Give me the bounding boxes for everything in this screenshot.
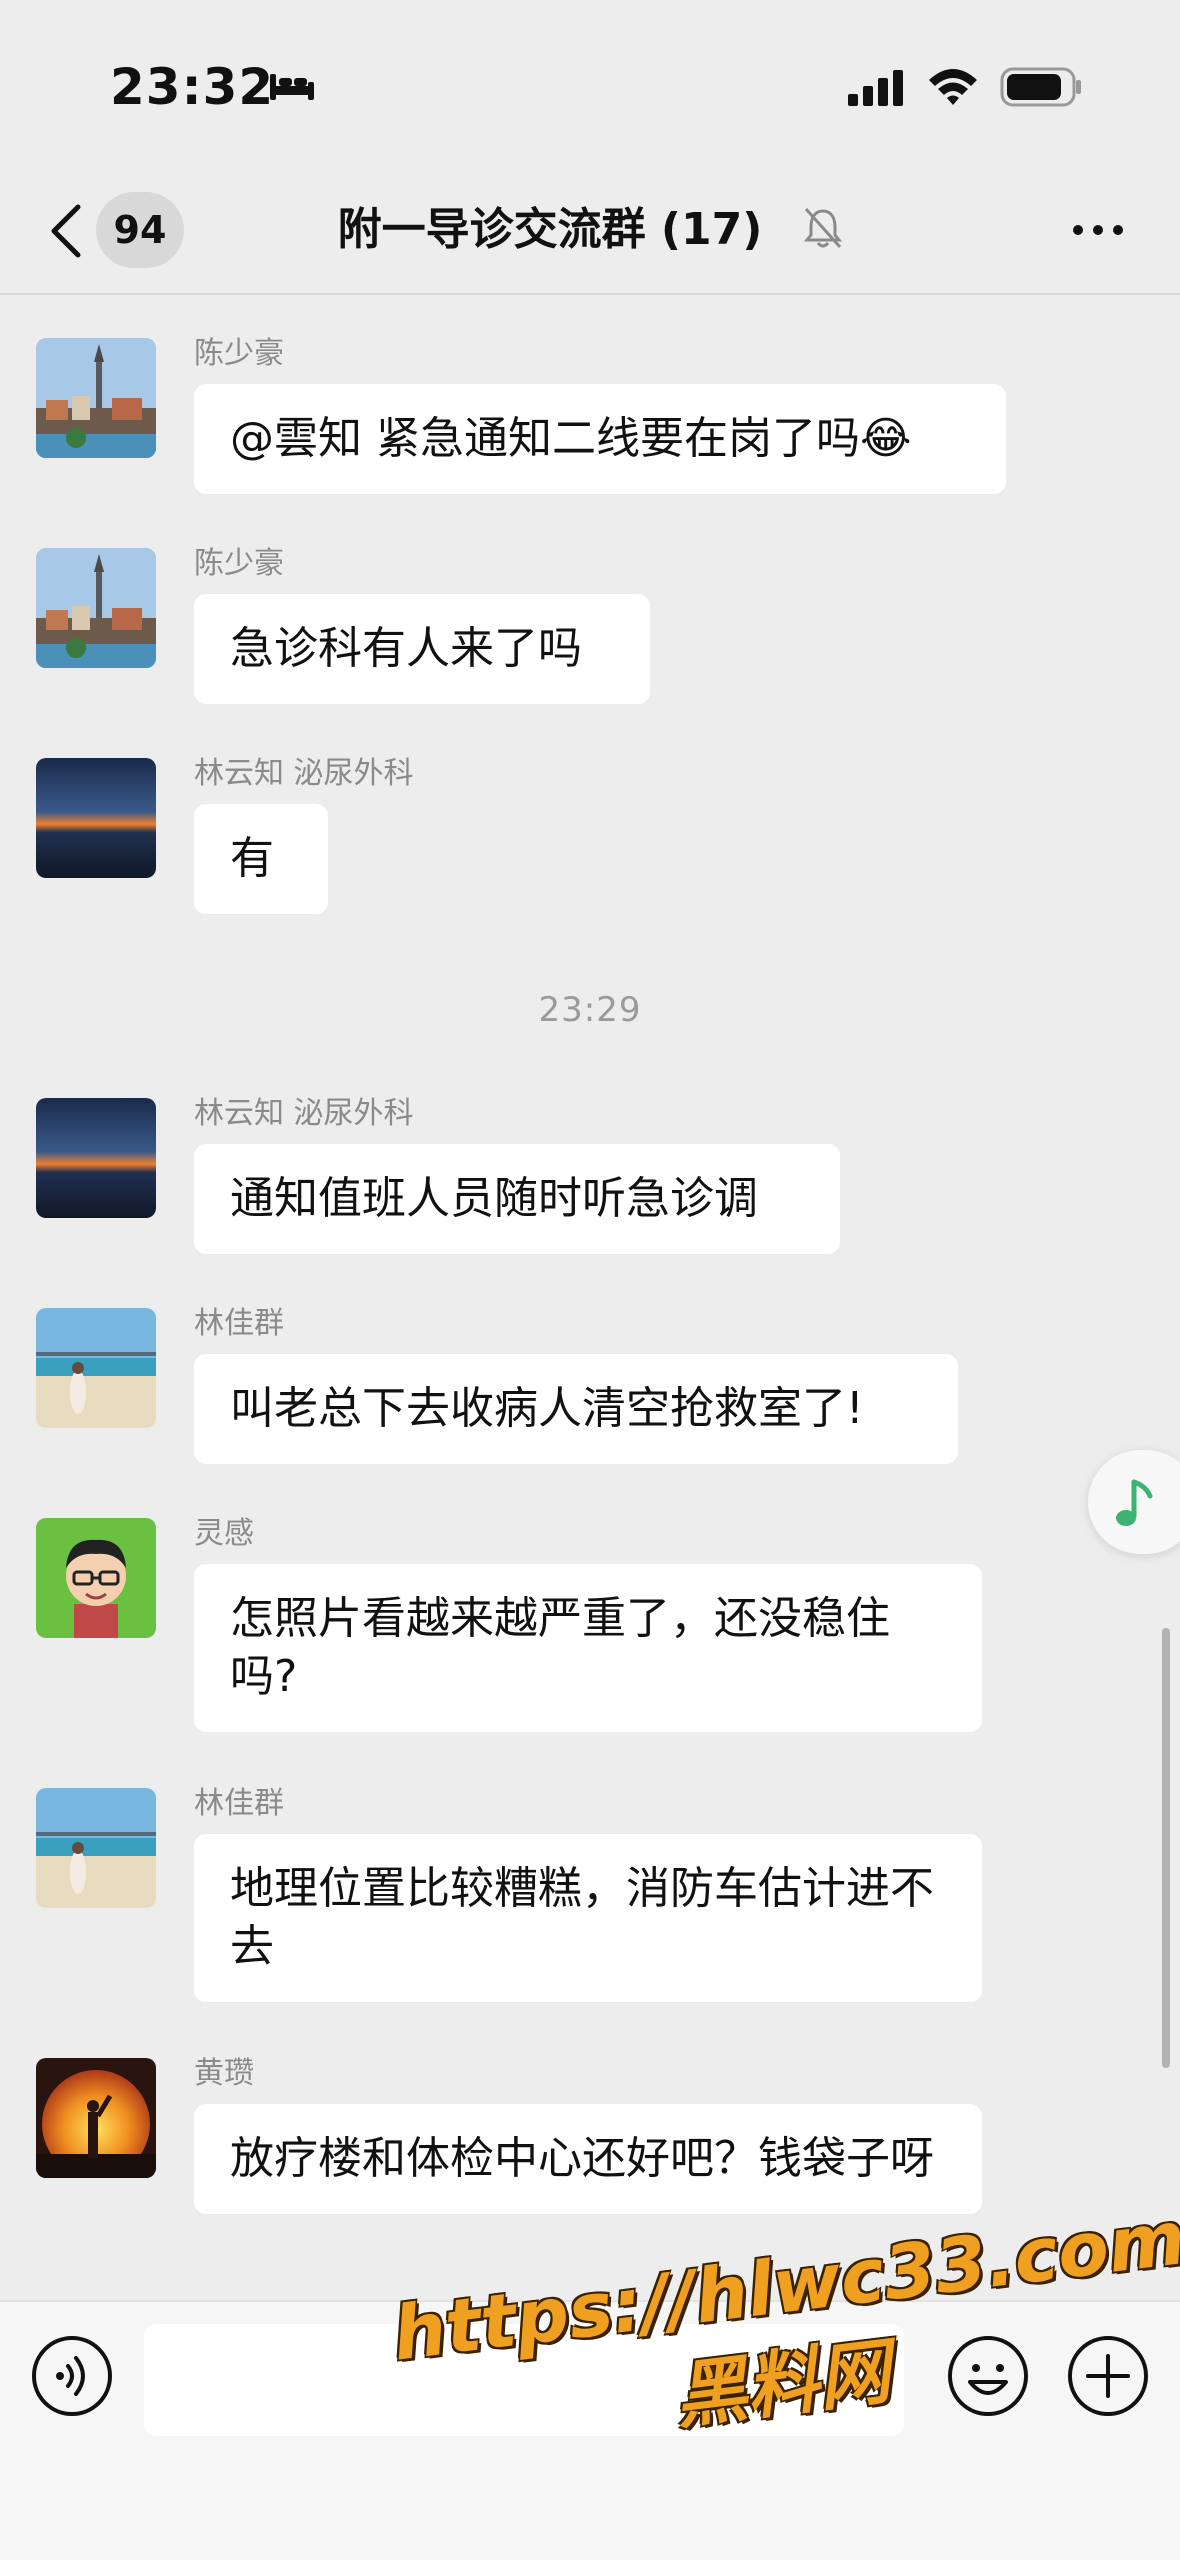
bed-icon bbox=[270, 74, 314, 100]
message-bubble[interactable]: 地理位置比较糟糕，消防车估计进不去 bbox=[194, 1834, 982, 2002]
avatar[interactable] bbox=[36, 1518, 156, 1638]
unread-count-badge[interactable]: 94 bbox=[96, 192, 184, 268]
sender-name: 灵感 bbox=[194, 1516, 254, 1551]
chat-title[interactable]: 附一导诊交流群 (17) bbox=[290, 195, 810, 265]
chevron-left-icon[interactable] bbox=[46, 201, 86, 261]
bell-slash-icon bbox=[803, 207, 843, 249]
battery-icon bbox=[1000, 67, 1081, 107]
message-bubble[interactable]: @雲知 紧急通知二线要在岗了吗😂 bbox=[194, 384, 1006, 494]
wifi-icon bbox=[929, 69, 977, 105]
avatar[interactable] bbox=[36, 338, 156, 458]
chat-header: 94 附一导诊交流群 (17) bbox=[0, 175, 1180, 295]
sender-name: 林佳群 bbox=[194, 1306, 284, 1341]
sender-name: 林云知 泌尿外科 bbox=[194, 756, 414, 791]
avatar[interactable] bbox=[36, 758, 156, 878]
message-bubble[interactable]: 急诊科有人来了吗 bbox=[194, 594, 650, 704]
status-bar: 23:32 bbox=[0, 0, 1180, 175]
signal-icon bbox=[848, 70, 903, 106]
music-note-icon bbox=[1116, 1479, 1153, 1526]
avatar[interactable] bbox=[36, 2058, 156, 2178]
ellipsis-icon[interactable] bbox=[1070, 220, 1126, 240]
avatar[interactable] bbox=[36, 1098, 156, 1218]
message-bubble[interactable]: 有 bbox=[194, 804, 328, 914]
sender-name: 林云知 泌尿外科 bbox=[194, 1096, 414, 1131]
status-time: 23:32 bbox=[110, 58, 275, 116]
floating-music-button[interactable] bbox=[1088, 1450, 1180, 1554]
scrollbar[interactable] bbox=[1162, 1628, 1170, 2068]
sender-name: 黄瓒 bbox=[194, 2056, 254, 2091]
sender-name: 林佳群 bbox=[194, 1786, 284, 1821]
avatar[interactable] bbox=[36, 1788, 156, 1908]
voice-icon[interactable] bbox=[30, 2334, 114, 2418]
message-bubble[interactable]: 叫老总下去收病人清空抢救室了! bbox=[194, 1354, 958, 1464]
message-bubble[interactable]: 放疗楼和体检中心还好吧？钱袋子呀 bbox=[194, 2104, 982, 2214]
sender-name: 陈少豪 bbox=[194, 546, 284, 581]
message-bubble[interactable]: 通知值班人员随时听急诊调 bbox=[194, 1144, 840, 1254]
avatar[interactable] bbox=[36, 548, 156, 668]
message-bubble[interactable]: 怎照片看越来越严重了，还没稳住吗? bbox=[194, 1564, 982, 1732]
avatar[interactable] bbox=[36, 1308, 156, 1428]
sender-name: 陈少豪 bbox=[194, 336, 284, 371]
timestamp-divider: 23:29 bbox=[538, 990, 642, 1030]
